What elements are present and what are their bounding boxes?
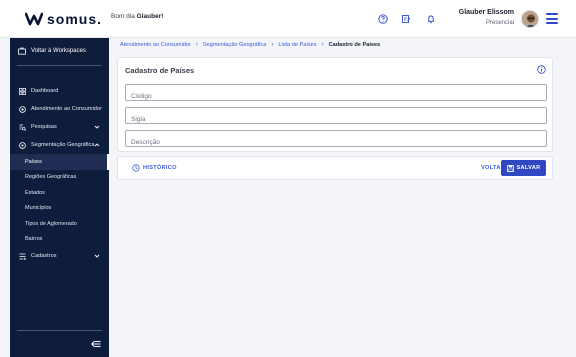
bell-icon[interactable] — [424, 12, 438, 26]
sidebar-item-label: Cadastros — [31, 253, 57, 259]
form-card: Cadastro de Países — [117, 57, 553, 152]
sidebar-subitem-label: Tipos de Aglomerado — [25, 220, 77, 227]
actions-bar: HISTÓRICO VOLTAR SALVAR — [117, 156, 553, 180]
greeting-name: Glauber! — [136, 13, 164, 20]
greeting: Bom dia Glauber! — [111, 13, 163, 20]
sidebar-subitem-estados[interactable]: Estados — [10, 185, 109, 201]
history-button[interactable]: HISTÓRICO — [132, 164, 177, 172]
codigo-input[interactable] — [126, 89, 546, 104]
sidebar-subitem-label: Países — [25, 158, 42, 165]
chevron-right-icon: › — [195, 42, 198, 48]
descricao-input[interactable] — [126, 135, 546, 150]
sidebar-subitem-municipios[interactable]: Municípios — [10, 201, 109, 217]
breadcrumb-link[interactable]: Lista de Países — [278, 42, 316, 48]
history-label: HISTÓRICO — [143, 165, 177, 171]
sidebar-item-atendimento[interactable]: Atendimento ao Consumidor — [10, 100, 109, 118]
sidebar-subitem-aglomerado[interactable]: Tipos de Aglomerado — [10, 216, 109, 232]
avatar[interactable] — [521, 10, 539, 28]
sigla-field[interactable] — [125, 107, 547, 127]
sidebar-item-label: Pesquisas — [31, 124, 57, 130]
descricao-field[interactable] — [125, 130, 547, 150]
divider — [17, 330, 102, 331]
sidebar-subitem-label: Regiões Geográficas — [25, 174, 77, 181]
history-icon — [132, 164, 140, 172]
chevron-down-icon — [94, 254, 100, 258]
sidebar-item-label: Atendimento ao Consumidor — [31, 106, 102, 112]
sidebar-item-label: Dashboard — [31, 88, 59, 94]
save-button[interactable]: SALVAR — [501, 160, 546, 176]
user-role: Presencial — [485, 20, 514, 26]
codigo-field[interactable] — [125, 84, 547, 104]
greeting-prefix: Bom dia — [111, 13, 135, 20]
briefcase-icon — [18, 47, 26, 55]
search-icon — [18, 123, 26, 131]
somus-logo-icon — [25, 12, 43, 26]
user-photo-icon — [522, 11, 538, 27]
breadcrumb-link[interactable]: Atendimento ao Consumidor — [120, 42, 191, 48]
breadcrumb: Atendimento ao Consumidor › Segmentação … — [120, 42, 380, 48]
chevron-up-icon — [94, 143, 100, 147]
chevron-right-icon: › — [271, 42, 274, 48]
sidebar-item-dashboard[interactable]: Dashboard — [10, 82, 109, 100]
breadcrumb-current: Cadastro de Países — [328, 42, 381, 48]
sidebar-item-pesquisas[interactable]: Pesquisas — [10, 118, 109, 136]
sigla-input[interactable] — [126, 112, 546, 127]
divider — [17, 65, 102, 66]
sidebar-subitem-regioes[interactable]: Regiões Geográficas — [10, 170, 109, 186]
dashboard-icon — [18, 87, 26, 95]
brand-name: somus — [47, 11, 98, 27]
sidebar: Voltar à Workspaces Dashboard Atendiment… — [10, 38, 109, 357]
list-icon — [18, 252, 26, 260]
top-header: somus. Bom dia Glauber! Glauber Elissom … — [0, 0, 576, 38]
workspace-label: Voltar à Workspaces — [31, 48, 86, 54]
sidebar-item-segmentacao[interactable]: Segmentação Geográfica — [10, 136, 109, 154]
user-name: Glauber Elissom — [458, 9, 514, 16]
page-title: Cadastro de Países — [125, 66, 195, 75]
info-icon[interactable] — [537, 65, 546, 74]
sidebar-subitem-label: Municípios — [25, 205, 52, 212]
sidebar-subitem-label: Estados — [25, 189, 45, 196]
sidebar-subitem-label: Bairros — [25, 236, 43, 243]
sidebar-subitem-bairros[interactable]: Bairros — [10, 232, 109, 248]
hamburger-menu-icon[interactable] — [546, 13, 558, 24]
notes-icon[interactable] — [399, 12, 413, 26]
back-to-workspaces-button[interactable]: Voltar à Workspaces — [10, 38, 109, 64]
location-icon — [18, 141, 26, 149]
collapse-sidebar-icon[interactable] — [91, 340, 101, 348]
chevron-right-icon: › — [321, 42, 324, 48]
save-icon — [506, 164, 514, 172]
save-label: SALVAR — [516, 165, 541, 171]
sidebar-item-cadastros[interactable]: Cadastros — [10, 247, 109, 265]
app-frame: somus. Bom dia Glauber! Glauber Elissom … — [0, 0, 576, 357]
help-icon[interactable] — [376, 12, 390, 26]
sidebar-subitem-paises[interactable]: Países — [10, 154, 109, 170]
brand-logo[interactable]: somus. — [25, 10, 101, 28]
chevron-down-icon — [94, 125, 100, 129]
breadcrumb-link[interactable]: Segmentação Geográfica — [203, 42, 266, 48]
sidebar-nav: Dashboard Atendimento ao Consumidor Pesq… — [10, 82, 109, 265]
sidebar-item-label: Segmentação Geográfica — [31, 142, 95, 148]
support-icon — [18, 105, 26, 113]
